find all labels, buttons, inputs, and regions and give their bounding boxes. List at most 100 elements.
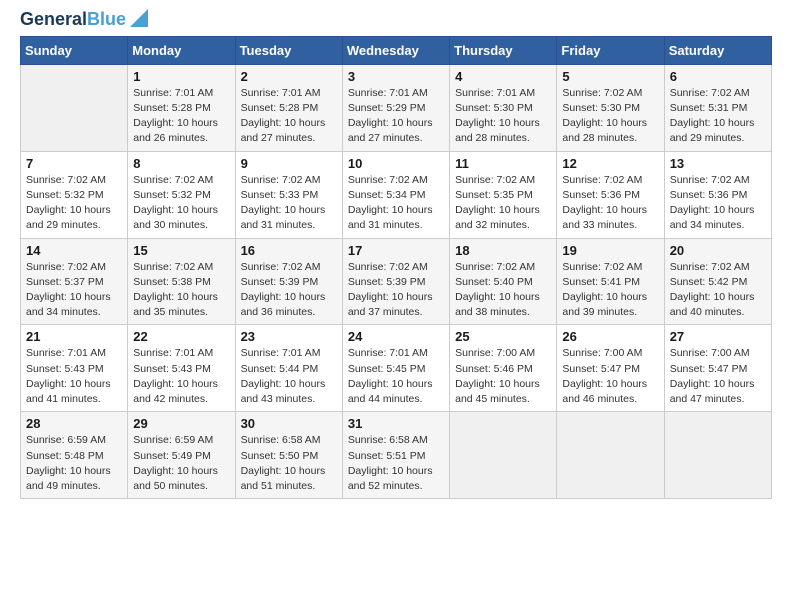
day-info: Sunrise: 7:02 AM Sunset: 5:39 PM Dayligh… — [241, 260, 337, 321]
day-info: Sunrise: 7:02 AM Sunset: 5:36 PM Dayligh… — [562, 173, 658, 234]
day-number: 10 — [348, 156, 444, 171]
day-header-thursday: Thursday — [450, 36, 557, 64]
calendar-cell: 28 Sunrise: 6:59 AM Sunset: 5:48 PM Dayli… — [21, 412, 128, 499]
calendar-body: 1 Sunrise: 7:01 AM Sunset: 5:28 PM Daylig… — [21, 64, 772, 498]
calendar-cell: 6 Sunrise: 7:02 AM Sunset: 5:31 PM Daylig… — [664, 64, 771, 151]
day-header-wednesday: Wednesday — [342, 36, 449, 64]
day-number: 16 — [241, 243, 337, 258]
day-info: Sunrise: 7:01 AM Sunset: 5:43 PM Dayligh… — [26, 346, 122, 407]
day-info: Sunrise: 7:02 AM Sunset: 5:40 PM Dayligh… — [455, 260, 551, 321]
logo: GeneralBlue — [20, 10, 150, 30]
calendar-cell: 17 Sunrise: 7:02 AM Sunset: 5:39 PM Dayli… — [342, 238, 449, 325]
calendar-cell: 1Sunrise: 7:01 AM Sunset: 5:28 PM Daylig… — [128, 64, 235, 151]
logo-text: GeneralBlue — [20, 10, 126, 30]
day-info: Sunrise: 7:02 AM Sunset: 5:34 PM Dayligh… — [348, 173, 444, 234]
day-info: Sunrise: 7:02 AM Sunset: 5:31 PM Dayligh… — [670, 86, 766, 147]
calendar-header-row: SundayMondayTuesdayWednesdayThursdayFrid… — [21, 36, 772, 64]
calendar-cell — [21, 64, 128, 151]
calendar-cell: 23Sunrise: 7:01 AM Sunset: 5:44 PM Dayli… — [235, 325, 342, 412]
day-info: Sunrise: 6:58 AM Sunset: 5:50 PM Dayligh… — [241, 433, 337, 494]
day-info: Sunrise: 7:02 AM Sunset: 5:30 PM Dayligh… — [562, 86, 658, 147]
day-header-saturday: Saturday — [664, 36, 771, 64]
day-info: Sunrise: 7:01 AM Sunset: 5:43 PM Dayligh… — [133, 346, 229, 407]
calendar-cell — [450, 412, 557, 499]
day-header-monday: Monday — [128, 36, 235, 64]
day-number: 19 — [562, 243, 658, 258]
calendar-cell — [557, 412, 664, 499]
calendar-cell: 29Sunrise: 6:59 AM Sunset: 5:49 PM Dayli… — [128, 412, 235, 499]
day-number: 5 — [562, 69, 658, 84]
calendar-cell: 3 Sunrise: 7:01 AM Sunset: 5:29 PM Daylig… — [342, 64, 449, 151]
day-number: 28 — [26, 416, 122, 431]
day-info: Sunrise: 6:59 AM Sunset: 5:48 PM Dayligh… — [26, 433, 122, 494]
day-number: 2 — [241, 69, 337, 84]
calendar-cell — [664, 412, 771, 499]
day-number: 14 — [26, 243, 122, 258]
day-number: 18 — [455, 243, 551, 258]
day-number: 11 — [455, 156, 551, 171]
logo-icon — [128, 7, 150, 29]
calendar-cell: 22Sunrise: 7:01 AM Sunset: 5:43 PM Dayli… — [128, 325, 235, 412]
day-number: 31 — [348, 416, 444, 431]
calendar-cell: 25Sunrise: 7:00 AM Sunset: 5:46 PM Dayli… — [450, 325, 557, 412]
calendar-week-2: 7 Sunrise: 7:02 AM Sunset: 5:32 PM Daylig… — [21, 151, 772, 238]
day-info: Sunrise: 7:00 AM Sunset: 5:47 PM Dayligh… — [670, 346, 766, 407]
day-number: 6 — [670, 69, 766, 84]
calendar-cell: 7 Sunrise: 7:02 AM Sunset: 5:32 PM Daylig… — [21, 151, 128, 238]
calendar-cell: 12 Sunrise: 7:02 AM Sunset: 5:36 PM Dayli… — [557, 151, 664, 238]
day-number: 29 — [133, 416, 229, 431]
day-info: Sunrise: 7:02 AM Sunset: 5:35 PM Dayligh… — [455, 173, 551, 234]
calendar-cell: 31Sunrise: 6:58 AM Sunset: 5:51 PM Dayli… — [342, 412, 449, 499]
calendar-cell: 2 Sunrise: 7:01 AM Sunset: 5:28 PM Daylig… — [235, 64, 342, 151]
day-header-sunday: Sunday — [21, 36, 128, 64]
day-number: 3 — [348, 69, 444, 84]
day-info: Sunrise: 7:02 AM Sunset: 5:39 PM Dayligh… — [348, 260, 444, 321]
logo-blue: Blue — [87, 9, 126, 29]
calendar-week-1: 1 Sunrise: 7:01 AM Sunset: 5:28 PM Daylig… — [21, 64, 772, 151]
day-info: Sunrise: 7:01 AM Sunset: 5:29 PM Dayligh… — [348, 86, 444, 147]
day-number: 27 — [670, 329, 766, 344]
day-info: Sunrise: 7:02 AM Sunset: 5:42 PM Dayligh… — [670, 260, 766, 321]
day-number: 15 — [133, 243, 229, 258]
day-info: Sunrise: 7:02 AM Sunset: 5:37 PM Dayligh… — [26, 260, 122, 321]
calendar-cell: 18 Sunrise: 7:02 AM Sunset: 5:40 PM Dayli… — [450, 238, 557, 325]
day-number: 1 — [133, 69, 229, 84]
day-info: Sunrise: 7:02 AM Sunset: 5:36 PM Dayligh… — [670, 173, 766, 234]
calendar-week-5: 28 Sunrise: 6:59 AM Sunset: 5:48 PM Dayli… — [21, 412, 772, 499]
calendar-cell: 30 Sunrise: 6:58 AM Sunset: 5:50 PM Dayli… — [235, 412, 342, 499]
day-info: Sunrise: 7:02 AM Sunset: 5:41 PM Dayligh… — [562, 260, 658, 321]
calendar-cell: 20Sunrise: 7:02 AM Sunset: 5:42 PM Dayli… — [664, 238, 771, 325]
calendar-cell: 11 Sunrise: 7:02 AM Sunset: 5:35 PM Dayli… — [450, 151, 557, 238]
day-number: 13 — [670, 156, 766, 171]
day-info: Sunrise: 7:02 AM Sunset: 5:32 PM Dayligh… — [26, 173, 122, 234]
day-number: 26 — [562, 329, 658, 344]
day-info: Sunrise: 7:01 AM Sunset: 5:28 PM Dayligh… — [241, 86, 337, 147]
calendar-cell: 26 Sunrise: 7:00 AM Sunset: 5:47 PM Dayli… — [557, 325, 664, 412]
calendar-cell: 16 Sunrise: 7:02 AM Sunset: 5:39 PM Dayli… — [235, 238, 342, 325]
calendar-cell: 5 Sunrise: 7:02 AM Sunset: 5:30 PM Daylig… — [557, 64, 664, 151]
calendar-table: SundayMondayTuesdayWednesdayThursdayFrid… — [20, 36, 772, 499]
day-info: Sunrise: 7:01 AM Sunset: 5:45 PM Dayligh… — [348, 346, 444, 407]
day-info: Sunrise: 7:00 AM Sunset: 5:47 PM Dayligh… — [562, 346, 658, 407]
day-header-friday: Friday — [557, 36, 664, 64]
calendar-cell: 4Sunrise: 7:01 AM Sunset: 5:30 PM Daylig… — [450, 64, 557, 151]
day-number: 12 — [562, 156, 658, 171]
day-info: Sunrise: 7:01 AM Sunset: 5:44 PM Dayligh… — [241, 346, 337, 407]
calendar-cell: 19 Sunrise: 7:02 AM Sunset: 5:41 PM Dayli… — [557, 238, 664, 325]
calendar-cell: 14 Sunrise: 7:02 AM Sunset: 5:37 PM Dayli… — [21, 238, 128, 325]
calendar-cell: 24 Sunrise: 7:01 AM Sunset: 5:45 PM Dayli… — [342, 325, 449, 412]
day-info: Sunrise: 7:00 AM Sunset: 5:46 PM Dayligh… — [455, 346, 551, 407]
day-number: 9 — [241, 156, 337, 171]
day-info: Sunrise: 7:01 AM Sunset: 5:30 PM Dayligh… — [455, 86, 551, 147]
day-number: 17 — [348, 243, 444, 258]
day-number: 7 — [26, 156, 122, 171]
page: GeneralBlue SundayMondayTuesdayWednesday… — [0, 0, 792, 519]
day-info: Sunrise: 7:02 AM Sunset: 5:32 PM Dayligh… — [133, 173, 229, 234]
day-number: 30 — [241, 416, 337, 431]
calendar-cell: 15Sunrise: 7:02 AM Sunset: 5:38 PM Dayli… — [128, 238, 235, 325]
day-number: 24 — [348, 329, 444, 344]
calendar-header: SundayMondayTuesdayWednesdayThursdayFrid… — [21, 36, 772, 64]
calendar-week-3: 14 Sunrise: 7:02 AM Sunset: 5:37 PM Dayli… — [21, 238, 772, 325]
calendar-cell: 13 Sunrise: 7:02 AM Sunset: 5:36 PM Dayli… — [664, 151, 771, 238]
header: GeneralBlue — [20, 10, 772, 30]
